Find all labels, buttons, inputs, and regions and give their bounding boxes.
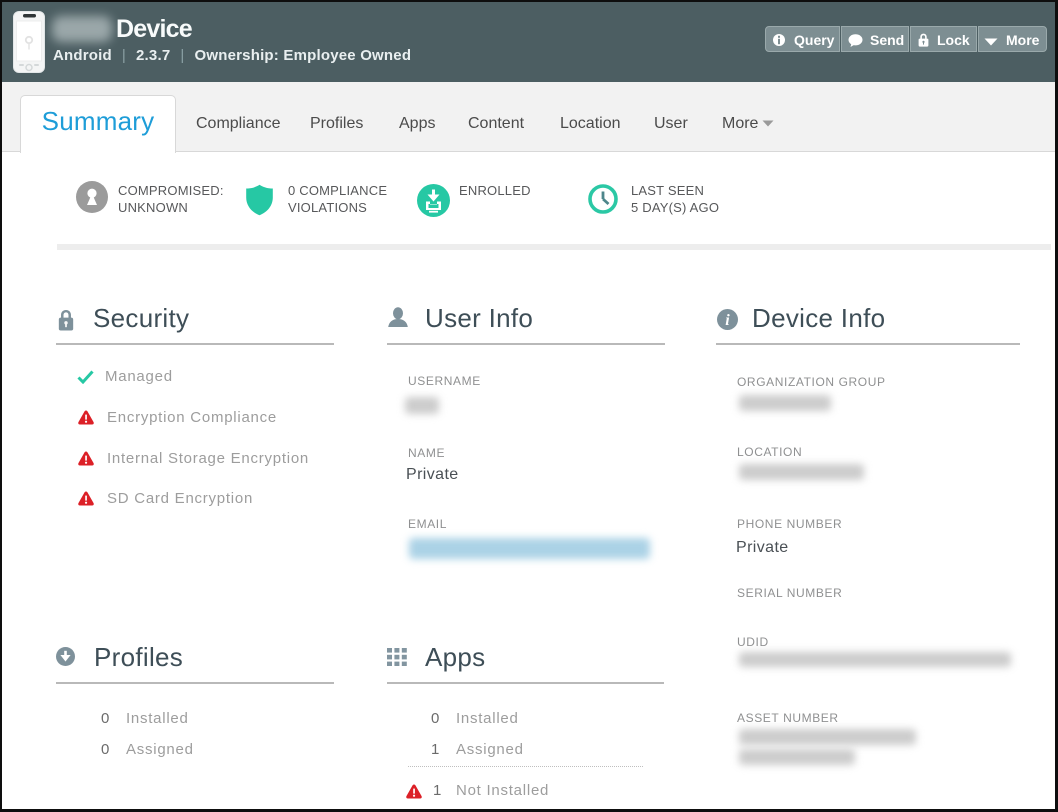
svg-text:i: i [725,312,730,329]
